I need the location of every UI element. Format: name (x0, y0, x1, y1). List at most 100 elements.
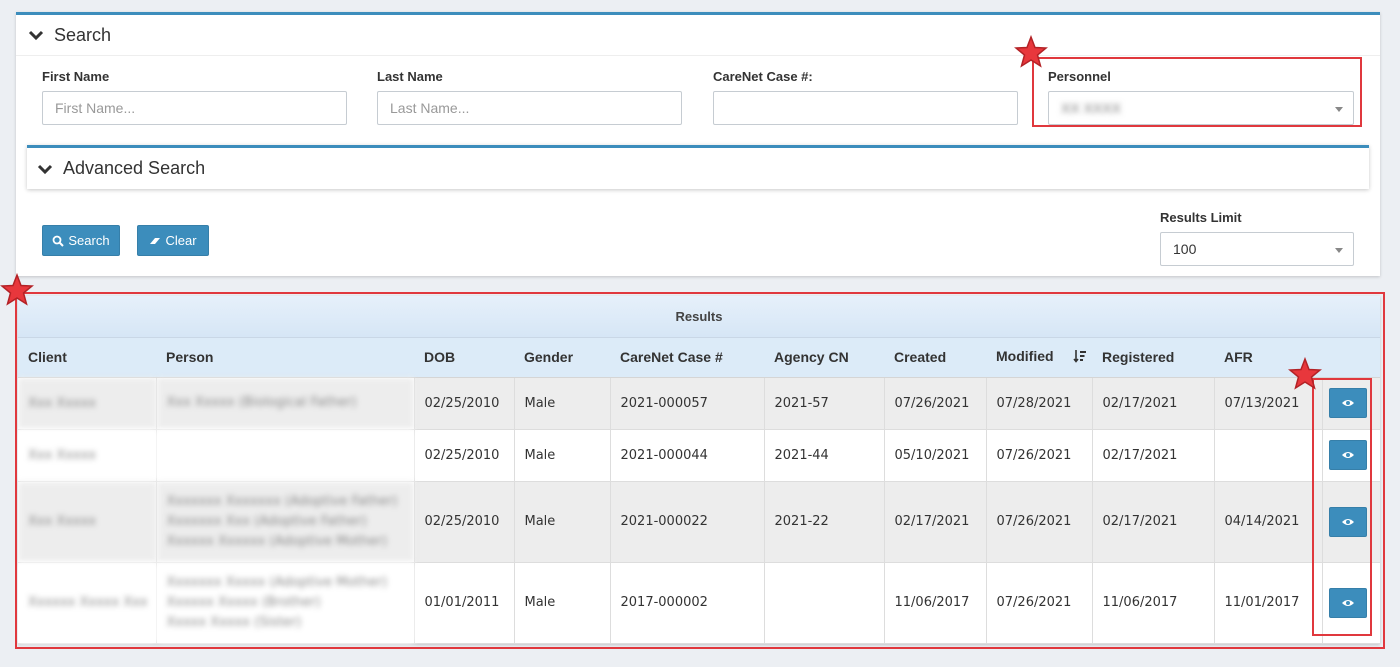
carenet-case-label: CareNet Case #: (713, 69, 813, 84)
table-row: Xxxxxx Xxxxx Xxx Xxxxxxx Xxxxx (Adoptive … (18, 562, 1380, 644)
carenet-case-cell: 2021-000057 (610, 377, 765, 430)
results-limit-select[interactable]: 100 (1160, 232, 1354, 266)
col-created[interactable]: Created (884, 337, 986, 378)
personnel-label: Personnel (1048, 69, 1111, 84)
table-row: Xxx Xxxxx 02/25/2010 Male 2021-000044 2021-4… (18, 429, 1380, 482)
view-button[interactable] (1328, 506, 1367, 537)
col-registered[interactable]: Registered (1092, 337, 1214, 378)
dob-cell: 02/25/2010 (414, 377, 515, 430)
eye-icon (1341, 400, 1354, 406)
results-panel: Results Client Person DOB Gender CareNet… (18, 296, 1380, 644)
agency-cn-cell (764, 562, 885, 644)
dob-cell: 01/01/2011 (414, 562, 515, 644)
last-name-label: Last Name (377, 69, 443, 84)
carenet-case-cell: 2021-000044 (610, 429, 765, 482)
agency-cn-cell: 2021-44 (764, 429, 885, 482)
first-name-label: First Name (42, 69, 110, 84)
person-entry: Xxxxxxx Xxxxxxx (Adoptive Father) (166, 493, 398, 509)
eraser-icon (149, 235, 161, 247)
client-cell: Xxx Xxxxx (18, 429, 157, 482)
modified-cell: 07/28/2021 (986, 377, 1093, 430)
modified-cell: 07/26/2021 (986, 562, 1093, 644)
star-icon (1014, 35, 1048, 68)
results-limit-label: Results Limit (1160, 210, 1242, 225)
personnel-select[interactable]: XX XXXX (1048, 91, 1354, 125)
person-cell: Xxxxxxx Xxxxxxx (Adoptive Father) Xxxxxxx… (156, 481, 415, 563)
actions-cell (1322, 429, 1380, 482)
col-agency-cn[interactable]: Agency CN (764, 337, 884, 378)
registered-cell: 02/17/2021 (1092, 377, 1215, 430)
eye-icon (1341, 599, 1354, 606)
last-name-field: Last Name (377, 69, 682, 125)
search-panel-title: Search (54, 24, 112, 45)
view-button[interactable] (1328, 388, 1367, 418)
col-modified-label: Modified (996, 348, 1054, 365)
results-limit-field: Results Limit 100 (1160, 210, 1354, 266)
chevron-down-icon (37, 161, 53, 177)
col-gender[interactable]: Gender (514, 337, 610, 378)
star-icon (0, 273, 34, 306)
chevron-down-icon (28, 27, 44, 43)
results-limit-value: 100 (1173, 241, 1197, 257)
created-cell: 02/17/2021 (884, 481, 987, 563)
registered-cell: 02/17/2021 (1092, 429, 1215, 482)
gender-cell: Male (514, 377, 611, 430)
search-button-label: Search (68, 233, 110, 248)
dob-cell: 02/25/2010 (414, 481, 515, 563)
created-cell: 11/06/2017 (884, 562, 987, 644)
dob-cell: 02/25/2010 (414, 429, 515, 482)
table-row: Xxx Xxxxx Xxx Xxxxx (Biological Father) 02… (18, 377, 1380, 430)
col-modified[interactable]: Modified (986, 337, 1092, 378)
afr-cell (1214, 429, 1323, 482)
clear-button[interactable]: Clear (137, 225, 209, 256)
gender-cell: Male (514, 562, 611, 644)
actions-cell (1322, 562, 1380, 644)
search-button[interactable]: Search (42, 225, 120, 256)
first-name-field: First Name (42, 69, 347, 125)
eye-icon (1341, 452, 1354, 458)
actions-cell (1322, 377, 1380, 430)
first-name-input[interactable] (42, 91, 347, 125)
client-cell: Xxx Xxxxx (18, 481, 157, 563)
agency-cn-cell: 2021-57 (764, 377, 885, 430)
col-carenet-case[interactable]: CareNet Case # (610, 337, 764, 378)
actions-cell (1322, 481, 1380, 563)
dropdown-caret-icon (1335, 248, 1343, 253)
advanced-search-header[interactable]: Advanced Search (27, 145, 1369, 189)
person-entry: Xxxxx Xxxxx (Sister) (166, 614, 302, 630)
modified-cell: 07/26/2021 (986, 481, 1093, 563)
client-cell: Xxxxxx Xxxxx Xxx (18, 562, 157, 644)
eye-icon (1341, 518, 1354, 525)
personnel-field: Personnel XX XXXX (1048, 69, 1354, 125)
created-cell: 05/10/2021 (884, 429, 987, 482)
dropdown-caret-icon (1335, 107, 1343, 112)
gender-cell: Male (514, 481, 611, 563)
agency-cn-cell: 2021-22 (764, 481, 885, 563)
person-entry: Xxx Xxxxx (Biological Father) (166, 395, 357, 410)
search-panel: Search First Name Last Name CareNet Case… (16, 12, 1380, 276)
search-icon (52, 235, 65, 247)
col-actions (1322, 337, 1380, 378)
star-icon (1288, 357, 1322, 390)
person-cell (156, 429, 415, 482)
modified-cell: 07/26/2021 (986, 429, 1093, 482)
col-person[interactable]: Person (156, 337, 414, 378)
created-cell: 07/26/2021 (884, 377, 987, 430)
gender-cell: Male (514, 429, 611, 482)
person-cell: Xxxxxxx Xxxxx (Adoptive Mother) Xxxxxx Xx… (156, 562, 415, 644)
carenet-case-input[interactable] (713, 91, 1018, 125)
search-panel-header[interactable]: Search (16, 15, 1380, 56)
view-button[interactable] (1328, 440, 1367, 470)
view-button[interactable] (1328, 587, 1367, 618)
col-client[interactable]: Client (18, 337, 156, 378)
carenet-case-cell: 2017-000002 (610, 562, 765, 644)
afr-cell: 04/14/2021 (1214, 481, 1323, 563)
sort-desc-icon (1073, 349, 1087, 366)
registered-cell: 11/06/2017 (1092, 562, 1215, 644)
last-name-input[interactable] (377, 91, 682, 125)
results-table: Results Client Person DOB Gender CareNet… (18, 296, 1380, 644)
registered-cell: 02/17/2021 (1092, 481, 1215, 563)
person-entry: Xxxxxx Xxxxxx (Adoptive Mother) (166, 533, 388, 549)
col-dob[interactable]: DOB (414, 337, 514, 378)
carenet-case-field: CareNet Case #: (713, 69, 1018, 125)
